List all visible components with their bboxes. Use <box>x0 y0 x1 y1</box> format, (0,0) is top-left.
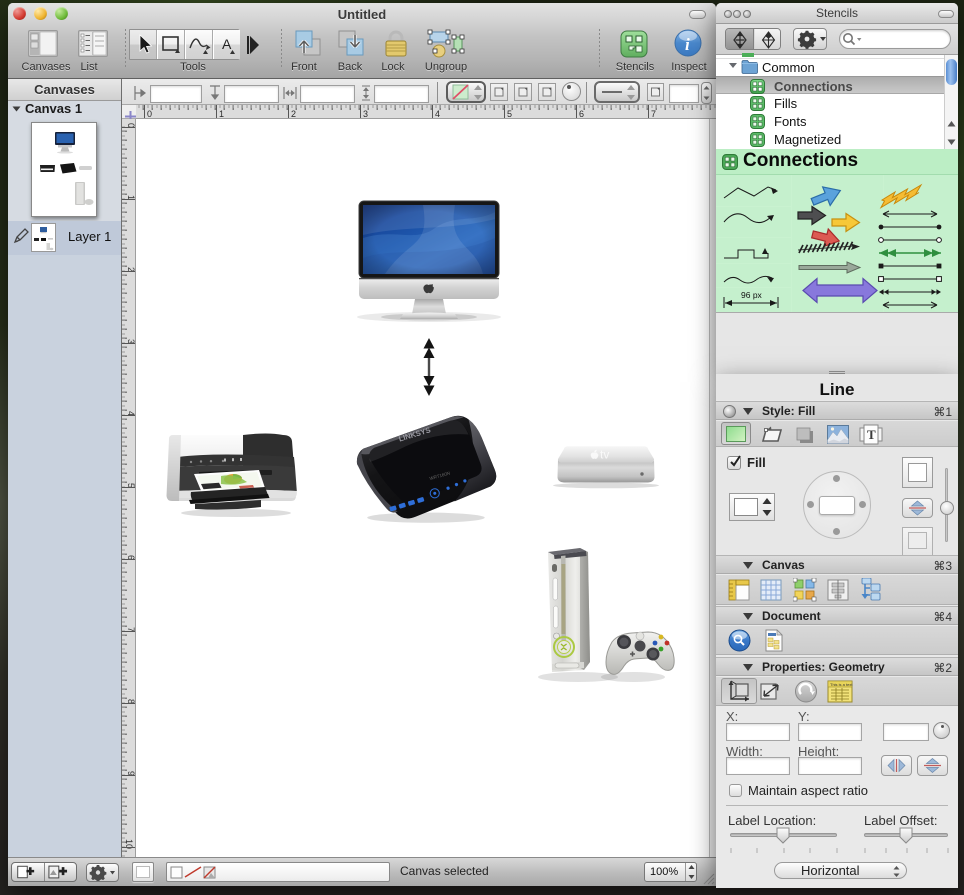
svg-text:0: 0 <box>147 109 152 119</box>
svg-text:A: A <box>222 36 232 52</box>
svg-text:96 px: 96 px <box>741 290 763 300</box>
svg-text:6: 6 <box>579 109 584 119</box>
svg-text:3: 3 <box>363 109 368 119</box>
svg-text:T: T <box>867 427 876 442</box>
svg-text:1: 1 <box>219 109 224 119</box>
svg-text:This is a text: This is a text <box>830 682 853 687</box>
svg-text:tv: tv <box>600 448 609 462</box>
svg-text:4: 4 <box>435 109 440 119</box>
svg-text:2: 2 <box>291 109 296 119</box>
svg-text:5: 5 <box>507 109 512 119</box>
svg-text:7: 7 <box>651 109 656 119</box>
svg-text:i: i <box>685 35 690 54</box>
